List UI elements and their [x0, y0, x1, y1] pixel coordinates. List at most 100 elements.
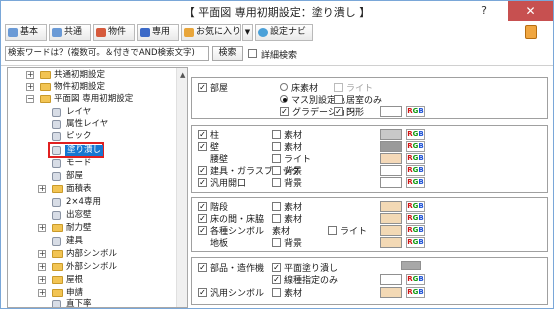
plan-fill-checkbox[interactable]: ✓ — [272, 263, 281, 272]
alcove-checkbox[interactable]: ✓ — [198, 214, 207, 223]
room-color-swatch[interactable] — [380, 106, 402, 117]
line-color-only-checkbox[interactable]: ✓ — [272, 275, 281, 284]
tree-scrollbar[interactable]: ▲ — [176, 68, 187, 307]
opening-color-swatch[interactable] — [380, 177, 402, 188]
tab-property[interactable]: 物件 — [93, 24, 135, 41]
symbols-color-swatch[interactable] — [380, 225, 402, 236]
search-button[interactable]: 検索 — [212, 46, 243, 61]
stairs-color-swatch[interactable] — [380, 201, 402, 212]
tab-property-label: 物件 — [108, 27, 127, 37]
general-color-swatch[interactable] — [380, 287, 402, 298]
settings-leaf-icon — [52, 132, 61, 141]
fittings-bg-checkbox[interactable] — [272, 166, 281, 175]
fittings-rgb-button[interactable]: RGB — [406, 165, 425, 176]
expand-icon[interactable]: + — [26, 83, 34, 91]
house-only-checkbox[interactable] — [334, 95, 343, 104]
expand-icon[interactable]: + — [38, 224, 46, 232]
collapse-icon[interactable]: − — [26, 95, 34, 103]
tab-favorites[interactable]: お気に入り — [181, 24, 241, 41]
settings-leaf-icon — [52, 159, 61, 168]
settings-navi-button[interactable]: 設定ナビ — [255, 24, 313, 41]
floorboard-bg-checkbox[interactable] — [272, 238, 281, 247]
book-icon[interactable] — [525, 25, 537, 39]
tree-item-label: 申請 — [66, 288, 84, 298]
opening-rgb-button[interactable]: RGB — [406, 177, 425, 188]
wall-rgb-button[interactable]: RGB — [406, 141, 425, 152]
expand-icon[interactable]: + — [38, 263, 46, 271]
favorites-dropdown[interactable]: ▼ — [242, 24, 253, 41]
general-material-label: 素材 — [284, 289, 303, 299]
general-material-checkbox[interactable] — [272, 288, 281, 297]
settings-leaf-icon — [52, 198, 61, 207]
pillar-rgb-button[interactable]: RGB — [406, 129, 425, 140]
stairs-rgb-button[interactable]: RGB — [406, 201, 425, 212]
expand-icon[interactable]: + — [38, 289, 46, 297]
tab-dedicated[interactable]: 専用 — [137, 24, 179, 41]
alcove-rgb-button[interactable]: RGB — [406, 213, 425, 224]
wall-checkbox[interactable]: ✓ — [198, 142, 207, 151]
waist-wall-light-checkbox[interactable] — [272, 154, 281, 163]
waist-wall-color-swatch[interactable] — [380, 153, 402, 164]
wall-material-checkbox[interactable] — [272, 142, 281, 151]
favorites-icon — [184, 28, 194, 37]
property-icon — [96, 28, 106, 37]
tab-basic[interactable]: 基本 — [5, 24, 47, 41]
pillar-color-swatch[interactable] — [380, 129, 402, 140]
fittings-glass-checkbox[interactable]: ✓ — [198, 166, 207, 175]
divider — [1, 65, 553, 66]
detail-search-checkbox[interactable] — [248, 49, 257, 58]
floorboard-color-swatch[interactable] — [380, 237, 402, 248]
mass-color-radio[interactable] — [280, 95, 288, 103]
expand-icon[interactable]: + — [38, 276, 46, 284]
general-symbol-label: 汎用シンボル — [210, 289, 265, 299]
general-rgb-button[interactable]: RGB — [406, 287, 425, 298]
line-rgb-button[interactable]: RGB — [406, 274, 425, 285]
tab-basic-label: 基本 — [20, 27, 39, 37]
scroll-up-icon[interactable]: ▲ — [180, 71, 185, 79]
floorboard-rgb-button[interactable]: RGB — [406, 237, 425, 248]
room-rgb-button[interactable]: RGB — [406, 106, 425, 117]
parts-color-swatch[interactable] — [401, 261, 421, 270]
settings-panel: ✓ 部屋 床素材 ライト マス別設定色 居室のみ ✓ グラデーション ✓ 円形 … — [190, 67, 552, 308]
alcove-color-swatch[interactable] — [380, 213, 402, 224]
expand-icon[interactable]: + — [38, 250, 46, 258]
alcove-material-checkbox[interactable] — [272, 214, 281, 223]
stairs-material-checkbox[interactable] — [272, 202, 281, 211]
tab-common[interactable]: 共通 — [49, 24, 91, 41]
light-checkbox[interactable] — [334, 83, 343, 92]
gradation-checkbox[interactable]: ✓ — [280, 107, 289, 116]
tree-item-label: 外部シンボル — [66, 262, 118, 272]
pillar-checkbox[interactable]: ✓ — [198, 130, 207, 139]
floor-material-radio[interactable] — [280, 83, 288, 91]
stairs-checkbox[interactable]: ✓ — [198, 202, 207, 211]
circle-checkbox[interactable]: ✓ — [334, 107, 343, 116]
room-checkbox[interactable]: ✓ — [198, 83, 207, 92]
symbols-light-checkbox[interactable] — [328, 226, 337, 235]
parts-label: 部品・造作機 — [210, 264, 265, 274]
settings-navi-label: 設定ナビ — [270, 27, 307, 37]
expand-icon[interactable]: + — [38, 185, 46, 193]
parts-group: ✓ 部品・造作機 ✓ 平面塗り潰し ✓ 線種指定のみ RGB ✓ 汎用シンボル … — [191, 257, 548, 305]
tree-item-label: 平面図 専用初期設定 — [54, 94, 134, 104]
wall-color-swatch[interactable] — [380, 141, 402, 152]
search-row: 検索ワードは？(複数可。＆付きでAND検索文字) 検索 詳細検索 — [1, 45, 553, 63]
expand-icon[interactable]: + — [26, 71, 34, 79]
search-input[interactable]: 検索ワードは？(複数可。＆付きでAND検索文字) — [5, 46, 209, 61]
dialog-title: 【 平面図 専用初期設定：塗り潰し 】 — [183, 6, 371, 19]
close-button[interactable]: ✕ — [508, 1, 553, 21]
tree-item-label: 属性レイヤ — [66, 119, 109, 129]
pillar-material-checkbox[interactable] — [272, 130, 281, 139]
general-opening-checkbox[interactable]: ✓ — [198, 178, 207, 187]
tree-item-label: 共通初期設定 — [54, 70, 106, 80]
line-color-swatch[interactable] — [380, 274, 402, 285]
help-button[interactable]: ? — [473, 1, 495, 21]
waist-wall-rgb-button[interactable]: RGB — [406, 153, 425, 164]
general-symbol-checkbox[interactable]: ✓ — [198, 288, 207, 297]
symbols-checkbox[interactable]: ✓ — [198, 226, 207, 235]
fittings-color-swatch[interactable] — [380, 165, 402, 176]
symbols-rgb-button[interactable]: RGB — [406, 225, 425, 236]
tree-item-label-selected: 塗り潰し — [65, 145, 104, 156]
settings-tree[interactable]: ▲ + 共通初期設定 + 物件初期設定 − 平面図 専用初期設定 レイヤ 属性レ… — [7, 67, 188, 308]
parts-checkbox[interactable]: ✓ — [198, 263, 207, 272]
opening-bg-checkbox[interactable] — [272, 178, 281, 187]
